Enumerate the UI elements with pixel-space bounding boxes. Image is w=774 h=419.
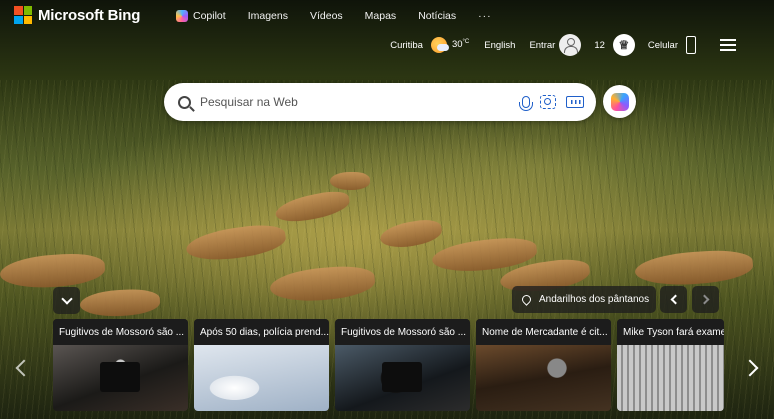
image-title: Andarilhos dos pântanos bbox=[539, 294, 650, 305]
nav-imagens[interactable]: Imagens bbox=[248, 10, 288, 22]
news-card-image bbox=[617, 345, 724, 411]
news-card-image bbox=[335, 345, 470, 411]
main-nav: Copilot Imagens Vídeos Mapas Notícias ··… bbox=[176, 10, 514, 22]
location-pin-icon bbox=[520, 293, 533, 306]
nav-mapas[interactable]: Mapas bbox=[365, 10, 397, 22]
news-card[interactable]: Após 50 dias, polícia prend... bbox=[194, 319, 329, 411]
image-info-chip[interactable]: Andarilhos dos pântanos bbox=[512, 286, 656, 313]
collapse-feed-button[interactable] bbox=[53, 287, 80, 314]
copilot-icon bbox=[610, 92, 629, 111]
search-box bbox=[164, 83, 596, 121]
visual-search-icon[interactable] bbox=[540, 95, 556, 109]
news-card-title: Nome de Mercadante é cit... bbox=[476, 319, 611, 345]
nav-noticias[interactable]: Notícias bbox=[418, 10, 456, 22]
microsoft-logo-icon bbox=[14, 6, 32, 24]
language-link[interactable]: English bbox=[484, 40, 515, 51]
news-card-image bbox=[53, 345, 188, 411]
search-icon bbox=[178, 95, 191, 109]
news-card-title: Mike Tyson fará exames bbox=[617, 319, 724, 345]
news-card[interactable]: Mike Tyson fará exames bbox=[617, 319, 724, 411]
brand-name: Microsoft Bing bbox=[38, 6, 141, 24]
nav-more-button[interactable]: ··· bbox=[478, 10, 492, 22]
header-right: Curitiba 30°C English Entrar 12 ♕ Celula… bbox=[382, 33, 696, 57]
news-card-image bbox=[194, 345, 329, 411]
chevron-left-icon bbox=[670, 294, 680, 305]
chevron-down-icon bbox=[60, 292, 73, 305]
news-carousel: Fugitivos de Mossoró são ... Após 50 dia… bbox=[53, 319, 724, 411]
location-label[interactable]: Curitiba bbox=[390, 40, 423, 51]
news-card[interactable]: Nome de Mercadante é cit... bbox=[476, 319, 611, 411]
rewards-count[interactable]: 12 bbox=[594, 40, 605, 51]
top-bar: Microsoft Bing Copilot Imagens Vídeos Ma… bbox=[0, 0, 774, 56]
hamburger-menu-icon[interactable] bbox=[720, 39, 736, 51]
news-card[interactable]: Fugitivos de Mossoró são ... bbox=[53, 319, 188, 411]
next-image-button[interactable] bbox=[692, 286, 719, 313]
microphone-icon[interactable] bbox=[519, 96, 533, 111]
news-card-title: Após 50 dias, polícia prend... bbox=[194, 319, 329, 345]
weather-icon[interactable] bbox=[430, 37, 449, 53]
keyboard-icon[interactable] bbox=[566, 96, 584, 108]
search-input[interactable] bbox=[200, 95, 500, 109]
news-card-title: Fugitivos de Mossoró são ... bbox=[53, 319, 188, 345]
phone-icon[interactable] bbox=[686, 36, 696, 54]
nav-copilot[interactable]: Copilot bbox=[176, 10, 226, 22]
news-card-title: Fugitivos de Mossoró são ... bbox=[335, 319, 470, 345]
rewards-icon[interactable]: ♕ bbox=[612, 34, 635, 56]
previous-image-button[interactable] bbox=[660, 286, 687, 313]
copilot-button[interactable] bbox=[603, 85, 636, 118]
copilot-icon bbox=[176, 10, 188, 22]
temperature[interactable]: 30°C bbox=[452, 39, 469, 50]
news-card[interactable]: Fugitivos de Mossoró são ... bbox=[335, 319, 470, 411]
news-card-image bbox=[476, 345, 611, 411]
avatar-icon[interactable] bbox=[559, 34, 582, 56]
phone-label[interactable]: Celular bbox=[648, 40, 678, 51]
bing-logo[interactable]: Microsoft Bing bbox=[14, 6, 140, 24]
sign-in-link[interactable]: Entrar bbox=[529, 40, 555, 51]
nav-videos[interactable]: Vídeos bbox=[310, 10, 343, 22]
chevron-right-icon bbox=[699, 294, 709, 305]
